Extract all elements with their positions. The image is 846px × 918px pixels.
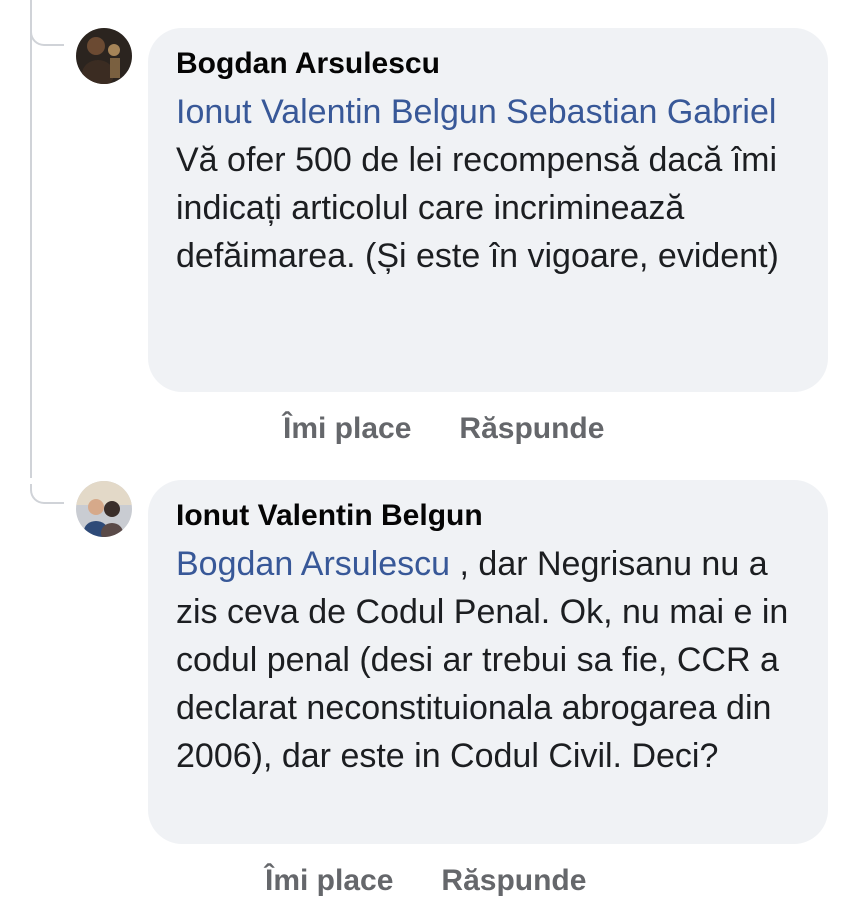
reply-button[interactable]: Răspunde bbox=[459, 412, 604, 445]
comment-author[interactable]: Bogdan Arsulescu bbox=[176, 44, 800, 84]
reply-button[interactable]: Răspunde bbox=[441, 864, 586, 897]
comment-body: Vă ofer 500 de lei recompensă dacă îmi i… bbox=[176, 141, 779, 275]
comment-actions: Îmi place Răspunde bbox=[283, 412, 652, 446]
mention-link[interactable]: Bogdan Arsulescu bbox=[176, 545, 450, 583]
thread-connector bbox=[30, 26, 64, 46]
comment-bubble: Ionut Valentin Belgun Bogdan Arsulescu ,… bbox=[148, 480, 828, 844]
mention-link[interactable]: Ionut Valentin Belgun Sebastian Gabriel bbox=[176, 93, 776, 131]
comment-author[interactable]: Ionut Valentin Belgun bbox=[176, 496, 800, 536]
comment-text: Bogdan Arsulescu , dar Negrisanu nu a zi… bbox=[176, 540, 800, 780]
avatar[interactable] bbox=[76, 28, 132, 84]
comment-actions: Îmi place Răspunde bbox=[265, 864, 634, 898]
thread-line bbox=[30, 0, 32, 478]
like-button[interactable]: Îmi place bbox=[265, 864, 393, 897]
thread-connector bbox=[30, 484, 64, 504]
like-button[interactable]: Îmi place bbox=[283, 412, 411, 445]
avatar[interactable] bbox=[76, 481, 132, 537]
comment-bubble: Bogdan Arsulescu Ionut Valentin Belgun S… bbox=[148, 28, 828, 392]
comment-text: Ionut Valentin Belgun Sebastian Gabriel … bbox=[176, 88, 800, 280]
